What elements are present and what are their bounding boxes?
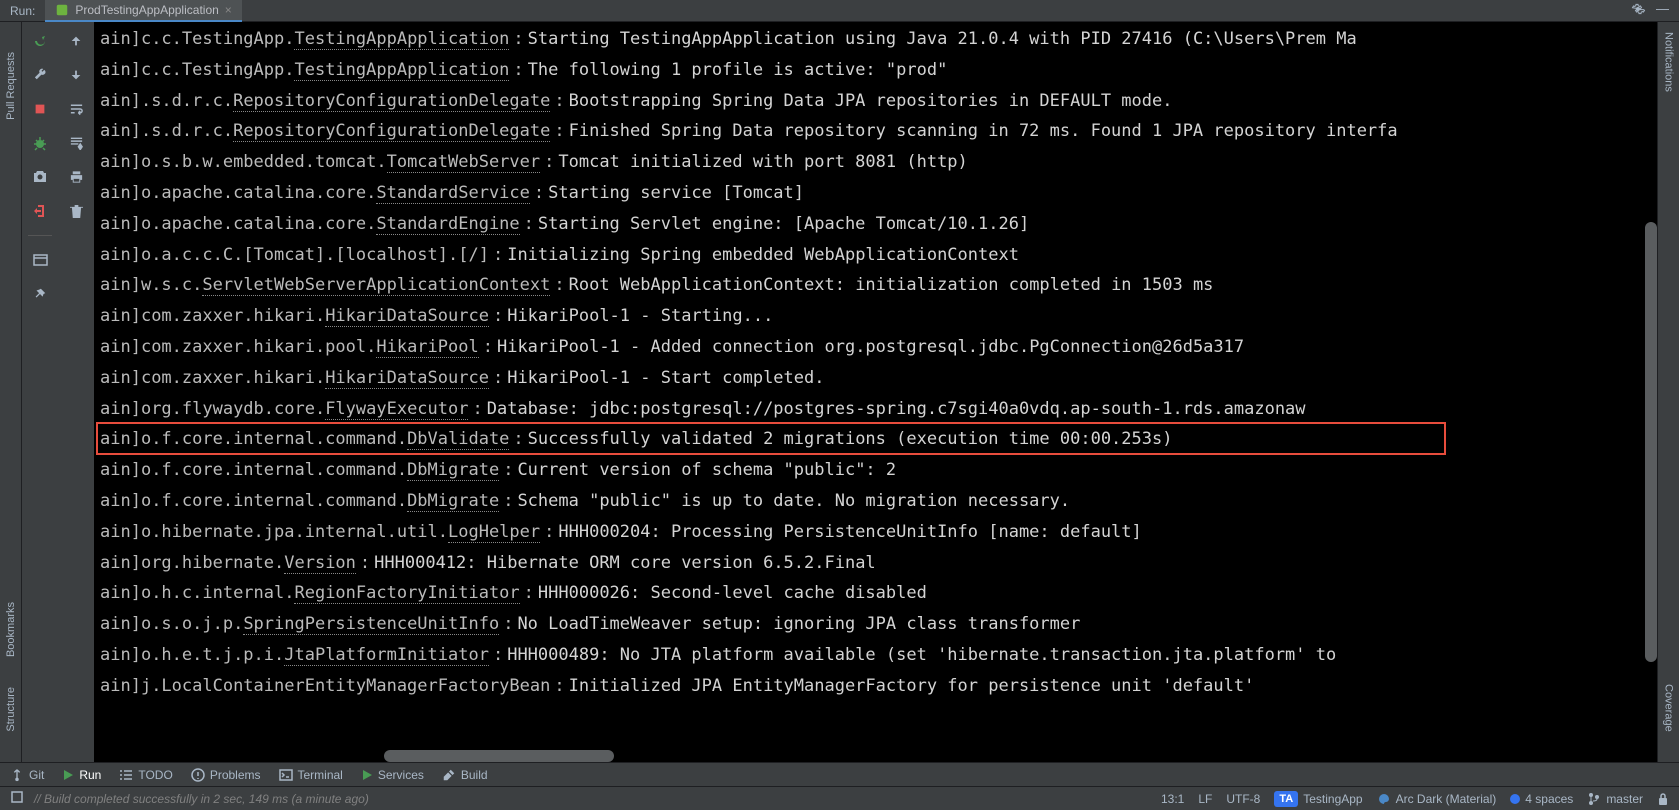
scroll-end-button[interactable] [63,130,89,156]
coverage-label: Coverage [1663,684,1675,732]
bottom-toolbar: Git Run TODO Problems Terminal Services … [0,762,1679,786]
indent-widget[interactable]: 4 spaces [1510,792,1573,806]
log-line: ain] j.LocalContainerEntityManagerFactor… [94,671,1657,702]
log-line: ain] o.apache.catalina.core.StandardEngi… [94,209,1657,240]
build-tool-button[interactable]: Build [442,768,488,782]
log-line: ain] com.zaxxer.hikari.HikariDataSource … [94,301,1657,332]
tab-label: ProdTestingAppApplication [75,3,218,17]
run-label: Run [79,768,101,782]
run-toolbar-col1 [22,22,58,762]
line-separator[interactable]: LF [1198,792,1212,806]
print-button[interactable] [63,164,89,190]
log-line: ain] o.hibernate.jpa.internal.util.LogHe… [94,517,1657,548]
rerun-button[interactable] [27,28,53,54]
lock-icon[interactable] [1657,792,1669,806]
log-line: ain] o.h.e.t.j.p.i.JtaPlatformInitiator … [94,640,1657,671]
layout-button[interactable] [27,247,53,273]
git-tool-button[interactable]: Git [10,768,44,782]
log-line: ain] .s.d.r.c.RepositoryConfigurationDel… [94,116,1657,147]
log-line: ain] c.c.TestingApp.TestingAppApplicatio… [94,55,1657,86]
log-line: ain] o.s.b.w.embedded.tomcat.TomcatWebSe… [94,147,1657,178]
build-status-message: // Build completed successfully in 2 sec… [34,792,369,806]
todo-tool-button[interactable]: TODO [119,768,172,782]
log-line: ain] c.c.TestingApp.TestingAppApplicatio… [94,24,1657,55]
structure-label: Structure [5,687,17,732]
theme-widget[interactable]: Arc Dark (Material) [1377,792,1497,806]
git-label: Git [29,768,44,782]
log-line: ain] com.zaxxer.hikari.HikariDataSource … [94,363,1657,394]
right-sidebar: Notifications Coverage [1657,22,1679,762]
sidebar-structure[interactable]: Structure [5,687,17,732]
close-icon[interactable]: × [225,3,232,17]
pull-requests-label: Pull Requests [5,52,17,120]
debug-button[interactable] [27,130,53,156]
services-label: Services [378,768,424,782]
log-line: ain] org.hibernate.Version :HHH000412: H… [94,548,1657,579]
status-icon [10,790,24,807]
gear-icon[interactable] [1630,1,1646,20]
build-label: Build [461,768,488,782]
git-branch-widget[interactable]: master [1587,792,1643,806]
top-bar: Run: ProdTestingAppApplication × — [0,0,1679,22]
spring-boot-icon [55,3,69,17]
stop-button[interactable] [27,96,53,122]
branch-label: master [1606,792,1643,806]
run-label: Run: [0,4,45,18]
sidebar-bookmarks[interactable]: Bookmarks [5,602,17,657]
log-line: ain] o.a.c.c.C.[Tomcat].[localhost].[/] … [94,240,1657,271]
notifications-label: Notifications [1663,32,1675,92]
log-line: ain] w.s.c.ServletWebServerApplicationCo… [94,270,1657,301]
soft-wrap-button[interactable] [63,96,89,122]
pin-button[interactable] [27,281,53,307]
left-sidebar: Pull Requests Bookmarks Structure [0,22,22,762]
sidebar-notifications[interactable]: Notifications [1663,32,1675,92]
up-button[interactable] [63,28,89,54]
separator [28,235,52,236]
main-area: Pull Requests Bookmarks Structure ain] c… [0,22,1679,762]
log-line: ain] .s.d.r.c.RepositoryConfigurationDel… [94,86,1657,117]
bookmarks-label: Bookmarks [5,602,17,657]
console-output[interactable]: ain] c.c.TestingApp.TestingAppApplicatio… [94,22,1657,762]
project-name: TestingApp [1303,792,1362,806]
terminal-label: Terminal [298,768,343,782]
log-line: ain] o.h.c.internal.RegionFactoryInitiat… [94,578,1657,609]
terminal-tool-button[interactable]: Terminal [279,768,343,782]
wrench-button[interactable] [27,62,53,88]
dot-icon [1510,794,1520,804]
theme-label: Arc Dark (Material) [1396,792,1497,806]
sidebar-coverage[interactable]: Coverage [1663,684,1675,732]
horizontal-scrollbar[interactable] [384,750,614,762]
log-line: ain] com.zaxxer.hikari.pool.HikariPool :… [94,332,1657,363]
run-toolbar-col2 [58,22,94,762]
services-tool-button[interactable]: Services [361,768,424,782]
problems-label: Problems [210,768,261,782]
down-button[interactable] [63,62,89,88]
exit-button[interactable] [27,198,53,224]
project-widget[interactable]: TA TestingApp [1274,791,1362,807]
ta-badge: TA [1274,791,1298,807]
run-tool-button[interactable]: Run [62,768,101,782]
vertical-scrollbar[interactable] [1645,222,1657,662]
log-line: ain] o.apache.catalina.core.StandardServ… [94,178,1657,209]
camera-button[interactable] [27,164,53,190]
run-config-tab[interactable]: ProdTestingAppApplication × [45,0,241,22]
file-encoding[interactable]: UTF-8 [1226,792,1260,806]
problems-tool-button[interactable]: Problems [191,768,261,782]
minimize-icon[interactable]: — [1656,1,1669,20]
log-line: ain] o.s.o.j.p.SpringPersistenceUnitInfo… [94,609,1657,640]
clear-button[interactable] [63,198,89,224]
log-line: ain] o.f.core.internal.command.DbMigrate… [94,486,1657,517]
todo-label: TODO [138,768,172,782]
highlight-box [96,422,1446,455]
status-bar: // Build completed successfully in 2 sec… [0,786,1679,810]
indent-label: 4 spaces [1525,792,1573,806]
sidebar-pull-requests[interactable]: Pull Requests [5,52,17,120]
log-line: ain] o.f.core.internal.command.DbMigrate… [94,455,1657,486]
log-line: ain] org.flywaydb.core.FlywayExecutor :D… [94,394,1657,425]
cursor-position[interactable]: 13:1 [1161,792,1184,806]
